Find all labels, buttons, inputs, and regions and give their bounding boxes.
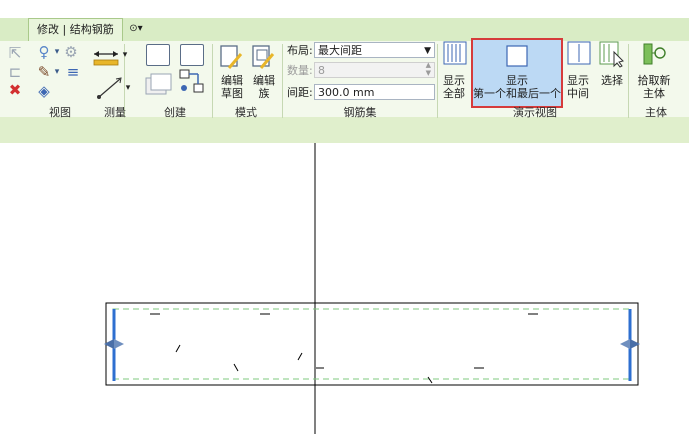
spacing-label: 间距: <box>287 86 313 99</box>
edit-family-icon[interactable] <box>251 44 277 72</box>
edit-sketch-label-2: 草图 <box>221 87 243 100</box>
pick-new-host-label-1: 拾取新 <box>637 74 671 87</box>
chevron-down-icon: ▼ <box>424 46 431 56</box>
drag-handle-right-icon[interactable] <box>620 339 630 349</box>
show-all-label-2: 全部 <box>443 87 465 100</box>
show-all-label-1: 显示 <box>443 74 465 87</box>
panel-title-mode: 模式 <box>235 106 257 119</box>
create-similar-icon[interactable] <box>142 72 174 100</box>
select-label: 选择 <box>601 74 623 87</box>
delete-icon[interactable]: ✖ <box>8 82 22 98</box>
override-graphics-icon[interactable]: ◈ <box>36 83 52 99</box>
beam-section-drawing[interactable] <box>0 143 689 434</box>
panel-title-create: 创建 <box>164 106 186 119</box>
unpin-icon[interactable]: ⊏ <box>8 64 22 80</box>
view-dropdown-button[interactable]: ⊙▾ <box>124 21 148 37</box>
panel-title-rebar-set: 钢筋集 <box>343 106 377 119</box>
tab-modify-structural-rebar[interactable]: 修改 | 结构钢筋 <box>28 18 123 41</box>
chevron-down-icon[interactable]: ▾ <box>124 80 132 96</box>
show-middle-icon[interactable] <box>566 40 592 68</box>
drag-handle-left-icon[interactable] <box>114 339 124 349</box>
quantity-label: 数量: <box>287 64 313 77</box>
show-first-last-label-1: 显示 <box>506 74 528 87</box>
spacing-field[interactable]: 300.0 mm <box>314 84 435 100</box>
show-all-icon[interactable] <box>442 40 468 68</box>
show-middle-label-2: 中间 <box>567 87 589 100</box>
create-group-icon[interactable] <box>180 44 204 66</box>
edit-sketch-label-1: 编辑 <box>221 74 243 87</box>
aligned-dimension-icon[interactable] <box>92 47 122 69</box>
layout-select[interactable]: 最大间距 ▼ <box>314 42 435 58</box>
pin-icon[interactable]: ⇱ <box>8 45 22 61</box>
panel-title-host: 主体 <box>645 106 667 119</box>
layout-label: 布局: <box>287 44 313 57</box>
chevron-down-icon[interactable]: ▾ <box>52 64 62 80</box>
panel-separator <box>212 44 213 118</box>
panel-title-presentation: 演示视图 <box>513 106 557 119</box>
edit-sketch-icon[interactable] <box>219 44 245 72</box>
quantity-field[interactable]: 8 ▲ ▼ <box>314 61 435 78</box>
copy-to-clipboard-icon[interactable] <box>178 68 206 96</box>
panel-separator <box>628 44 629 118</box>
beam-outline[interactable] <box>105 302 639 386</box>
layout-value: 最大间距 <box>318 44 362 57</box>
hatch-mark <box>175 344 181 353</box>
paint-brush-icon[interactable]: ✎ <box>36 64 52 80</box>
show-middle-label-1: 显示 <box>567 74 589 87</box>
panel-title-view: 视图 <box>49 106 71 119</box>
spinner-icon: ▲ ▼ <box>425 61 431 77</box>
spacing-value: 300.0 mm <box>318 86 375 99</box>
lightbulb-icon[interactable]: ♀ <box>36 44 52 60</box>
quantity-value: 8 <box>318 64 325 77</box>
edit-family-label-2: 族 <box>258 87 270 100</box>
panel-title-measure: 测量 <box>104 106 126 119</box>
pick-new-host-label-2: 主体 <box>643 87 665 100</box>
cover-boundary <box>112 308 632 380</box>
select-icon[interactable] <box>598 40 624 68</box>
edit-family-label-1: 编辑 <box>253 74 275 87</box>
measure-between-icon[interactable] <box>96 76 124 100</box>
panel-title-strip <box>0 117 689 144</box>
pick-new-host-icon[interactable] <box>640 40 670 68</box>
panel-separator <box>437 44 438 118</box>
hatch-mark <box>297 352 303 361</box>
hatch-mark <box>427 376 433 384</box>
chevron-down-icon[interactable]: ▾ <box>52 44 62 60</box>
hatch-mark <box>233 363 239 372</box>
linework-icon[interactable]: ≡ <box>65 64 81 80</box>
show-first-last-label-2: 第一个和最后一个 <box>473 87 561 100</box>
create-part-icon[interactable] <box>146 44 170 66</box>
show-first-last-icon <box>506 45 528 67</box>
hide-icon[interactable]: ⚙ <box>63 44 79 60</box>
chevron-down-icon[interactable]: ▾ <box>121 47 129 63</box>
panel-separator <box>282 44 283 118</box>
